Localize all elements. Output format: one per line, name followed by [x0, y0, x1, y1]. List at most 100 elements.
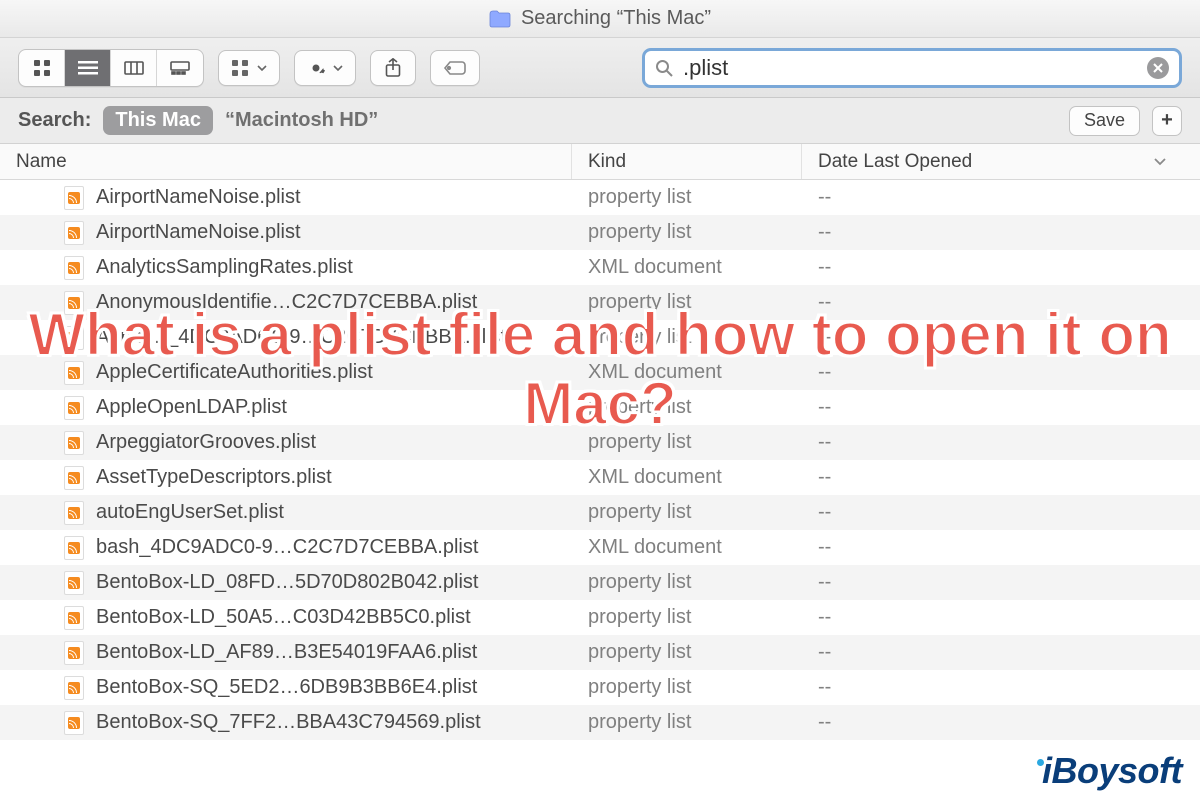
search-field-wrap — [642, 48, 1182, 88]
plist-file-icon — [64, 396, 84, 420]
plist-file-icon — [64, 256, 84, 280]
cell-name: BentoBox-LD_AF89…B3E54019FAA6.plist — [0, 641, 572, 665]
chevron-down-icon — [257, 65, 267, 71]
column-header-kind[interactable]: Kind — [572, 144, 802, 179]
cell-date: -- — [802, 641, 1200, 664]
cell-name: AssetTypeDescriptors.plist — [0, 466, 572, 490]
tags-button[interactable] — [430, 50, 480, 86]
table-row[interactable]: AppleOpenLDAP.plistproperty list-- — [0, 390, 1200, 425]
plist-file-icon — [64, 501, 84, 525]
cell-date: -- — [802, 256, 1200, 279]
cell-kind: XML document — [572, 536, 802, 559]
cell-date: -- — [802, 711, 1200, 734]
cell-name: BentoBox-SQ_5ED2…6DB9B3BB6E4.plist — [0, 676, 572, 700]
table-row[interactable]: autoEngUserSet.plist property list-- — [0, 495, 1200, 530]
cell-kind: property list — [572, 326, 802, 349]
view-column-button[interactable] — [111, 50, 157, 86]
table-row[interactable]: AnalyticsSamplingRates.plistXML document… — [0, 250, 1200, 285]
table-row[interactable]: BentoBox-LD_08FD…5D70D802B042.plist prope… — [0, 565, 1200, 600]
plist-file-icon — [64, 326, 84, 350]
view-gallery-button[interactable] — [157, 50, 203, 86]
column-header-name[interactable]: Name — [0, 144, 572, 179]
cell-name: AppleCertificateAuthorities.plist — [0, 361, 572, 385]
file-name: BentoBox-LD_AF89…B3E54019FAA6.plist — [96, 641, 477, 664]
cell-name: Apple…_4DC9ADC0-9…C2C7D7CEBBA.plist — [0, 326, 572, 350]
cell-kind: property list — [572, 186, 802, 209]
file-name: AssetTypeDescriptors.plist — [96, 466, 332, 489]
plist-file-icon — [64, 676, 84, 700]
cell-name: AirportNameNoise.plist — [0, 186, 572, 210]
cell-kind: property list — [572, 676, 802, 699]
file-name: autoEngUserSet.plist — [96, 501, 284, 524]
column-header-date[interactable]: Date Last Opened — [802, 144, 1200, 179]
cell-name: AirportNameNoise.plist — [0, 221, 572, 245]
cell-kind: property list — [572, 606, 802, 629]
cell-date: -- — [802, 466, 1200, 489]
cell-kind: property list — [572, 501, 802, 524]
clear-search-button[interactable] — [1147, 57, 1169, 79]
table-row[interactable]: BentoBox-SQ_5ED2…6DB9B3BB6E4.plistproper… — [0, 670, 1200, 705]
scope-macintosh-hd[interactable]: “Macintosh HD” — [225, 109, 378, 132]
table-row[interactable]: AnonymousIdentifie…C2C7D7CEBBA.plistprop… — [0, 285, 1200, 320]
cell-name: bash_4DC9ADC0-9…C2C7D7CEBBA.plist — [0, 536, 572, 560]
cell-name: BentoBox-LD_50A5…C03D42BB5C0.plist — [0, 606, 572, 630]
file-name: ArpeggiatorGrooves.plist — [96, 431, 316, 454]
table-row[interactable]: BentoBox-LD_50A5…C03D42BB5C0.plist proper… — [0, 600, 1200, 635]
cell-kind: property list — [572, 221, 802, 244]
window-title: Searching “This Mac” — [521, 7, 711, 30]
tag-icon — [443, 60, 467, 76]
cell-kind: XML document — [572, 361, 802, 384]
file-name: BentoBox-LD_50A5…C03D42BB5C0.plist — [96, 606, 471, 629]
arrange-dropdown[interactable] — [218, 50, 280, 86]
table-row[interactable]: bash_4DC9ADC0-9…C2C7D7CEBBA.plistXML doc… — [0, 530, 1200, 565]
cell-name: BentoBox-LD_08FD…5D70D802B042.plist — [0, 571, 572, 595]
table-row[interactable]: BentoBox-SQ_7FF2…BBA43C794569.plistprope… — [0, 705, 1200, 740]
cell-name: AnonymousIdentifie…C2C7D7CEBBA.plist — [0, 291, 572, 315]
cell-date: -- — [802, 291, 1200, 314]
table-row[interactable]: Apple…_4DC9ADC0-9…C2C7D7CEBBA.plist prope… — [0, 320, 1200, 355]
share-icon — [385, 58, 401, 78]
save-search-button[interactable]: Save — [1069, 106, 1140, 136]
cell-name: BentoBox-SQ_7FF2…BBA43C794569.plist — [0, 711, 572, 735]
folder-icon — [489, 10, 511, 28]
file-name: AirportNameNoise.plist — [96, 186, 301, 209]
table-row[interactable]: AssetTypeDescriptors.plistXML document-- — [0, 460, 1200, 495]
cell-kind: property list — [572, 396, 802, 419]
plist-file-icon — [64, 606, 84, 630]
table-row[interactable]: AppleCertificateAuthorities.plistXML doc… — [0, 355, 1200, 390]
cell-name: ArpeggiatorGrooves.plist — [0, 431, 572, 455]
file-name: BentoBox-LD_08FD…5D70D802B042.plist — [96, 571, 478, 594]
grid-icon — [231, 59, 249, 77]
table-row[interactable]: ArpeggiatorGrooves.plistproperty list-- — [0, 425, 1200, 460]
window-titlebar: Searching “This Mac” — [0, 0, 1200, 38]
scope-label: Search: — [18, 109, 91, 132]
table-row[interactable]: BentoBox-LD_AF89…B3E54019FAA6.plistprope… — [0, 635, 1200, 670]
view-list-button[interactable] — [65, 50, 111, 86]
table-row[interactable]: AirportNameNoise.plistproperty list-- — [0, 215, 1200, 250]
search-input[interactable] — [683, 55, 1137, 81]
toolbar — [0, 38, 1200, 98]
action-dropdown[interactable] — [294, 50, 356, 86]
file-name: AirportNameNoise.plist — [96, 221, 301, 244]
cell-kind: property list — [572, 571, 802, 594]
plist-file-icon — [64, 711, 84, 735]
plist-file-icon — [64, 291, 84, 315]
table-row[interactable]: AirportNameNoise.plist property list-- — [0, 180, 1200, 215]
share-button[interactable] — [370, 50, 416, 86]
view-icon-button[interactable] — [19, 50, 65, 86]
plist-file-icon — [64, 361, 84, 385]
add-criteria-button[interactable]: + — [1152, 106, 1182, 136]
file-name: BentoBox-SQ_7FF2…BBA43C794569.plist — [96, 711, 481, 734]
cell-date: -- — [802, 326, 1200, 349]
column-headers: Name Kind Date Last Opened — [0, 144, 1200, 180]
file-name: Apple…_4DC9ADC0-9…C2C7D7CEBBA.plist — [96, 326, 506, 349]
plist-file-icon — [64, 221, 84, 245]
cell-date: -- — [802, 501, 1200, 524]
cell-date: -- — [802, 186, 1200, 209]
plist-file-icon — [64, 466, 84, 490]
column-header-date-label: Date Last Opened — [818, 151, 972, 173]
scope-this-mac[interactable]: This Mac — [103, 106, 213, 135]
plist-file-icon — [64, 641, 84, 665]
plist-file-icon — [64, 571, 84, 595]
cell-kind: property list — [572, 291, 802, 314]
